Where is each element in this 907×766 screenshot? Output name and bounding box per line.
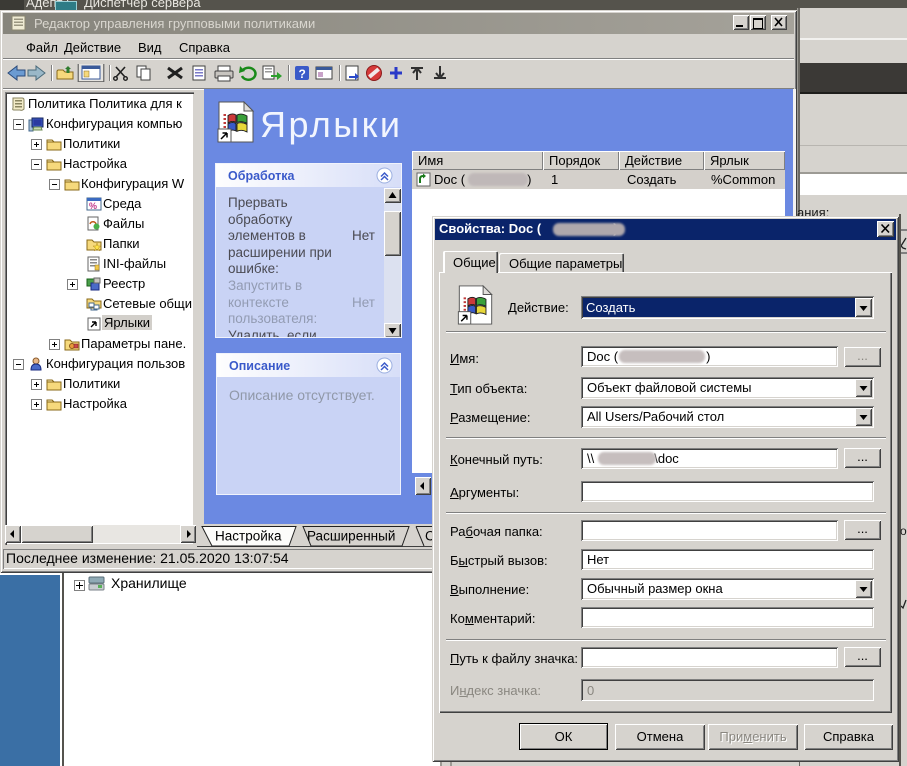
svg-text:Расширенный: Расширенный — [307, 529, 395, 544]
svg-text:?: ? — [299, 67, 306, 81]
svg-text:%: % — [89, 201, 97, 211]
svg-text:Настройка: Настройка — [215, 529, 282, 544]
